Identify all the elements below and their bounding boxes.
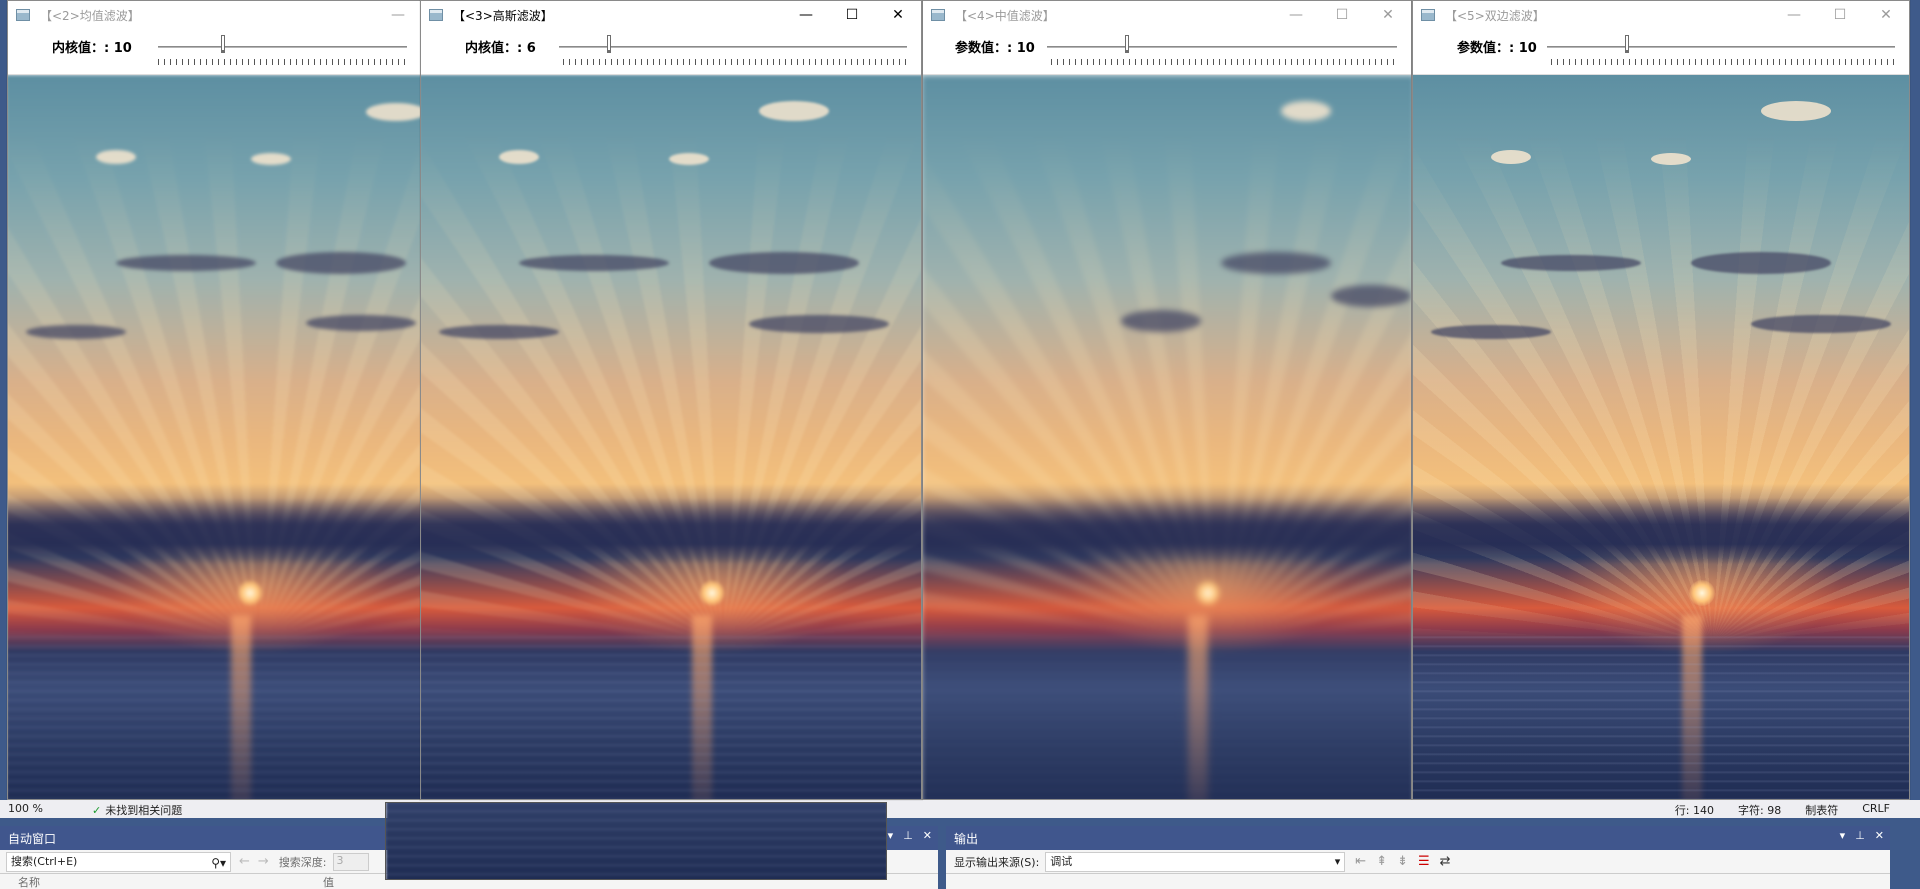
window-title: 【<4>中值滤波】: [955, 8, 1055, 23]
window-app-icon: [931, 9, 945, 21]
trackbar-ticks: [1051, 59, 1397, 65]
close-icon[interactable]: ✕: [1875, 829, 1884, 842]
minimize-button[interactable]: —: [783, 1, 829, 29]
trackbar-label: 内核值：: 10: [52, 41, 132, 56]
word-wrap-icon[interactable]: ⇄: [1440, 854, 1451, 869]
clear-all-icon[interactable]: ☰: [1418, 854, 1430, 869]
editor-status-bar: 100 % ✓ 未找到相关问题 行: 140 字符: 98 制表符 CRLF: [0, 800, 1920, 818]
search-icon[interactable]: ⚲▾: [211, 854, 226, 872]
title-bar[interactable]: 【<3>高斯滤波】 — ☐ ✕: [421, 1, 921, 29]
trackbar-panel: 参数值：: 10: [1413, 29, 1909, 75]
output-panel: 输出 ▾ ⊥ ✕ 显示输出来源(S): 调试 ▾ ⇤ ⇞ ⇟ ☰ ⇄: [946, 826, 1890, 889]
char-indicator[interactable]: 字符: 98: [1738, 802, 1781, 818]
pin-icon[interactable]: ⊥: [1855, 829, 1865, 842]
output-toolbar: 显示输出来源(S): 调试 ▾ ⇤ ⇞ ⇟ ☰ ⇄: [946, 850, 1890, 874]
column-name[interactable]: 名称: [0, 874, 315, 889]
depth-label: 搜索深度:: [278, 855, 327, 869]
trackbar-track[interactable]: [158, 46, 407, 48]
trackbar-track[interactable]: [1547, 46, 1895, 48]
dropdown-icon[interactable]: ▾: [888, 829, 894, 842]
title-bar[interactable]: 【<2>均值滤波】 —: [8, 1, 421, 29]
indent-indicator[interactable]: 制表符: [1805, 802, 1838, 818]
forward-arrow-icon[interactable]: →: [258, 854, 269, 869]
window-bilateral-filter[interactable]: 【<5>双边滤波】 — ☐ ✕ 参数值：: 10: [1412, 0, 1910, 800]
fragment-image: [386, 803, 886, 879]
minimize-button[interactable]: —: [375, 1, 421, 29]
filtered-image-gaussian: [421, 75, 921, 799]
trackbar-thumb[interactable]: [221, 35, 225, 53]
trackbar-ticks: [563, 59, 907, 65]
issues-indicator[interactable]: ✓ 未找到相关问题: [92, 802, 182, 818]
image-canvas: [923, 75, 1411, 799]
image-canvas: [8, 75, 421, 799]
column-value[interactable]: 值: [315, 874, 334, 889]
window-gaussian-filter[interactable]: 【<3>高斯滤波】 — ☐ ✕ 内核值：: 6: [420, 0, 922, 800]
title-bar[interactable]: 【<5>双边滤波】 — ☐ ✕: [1413, 1, 1909, 29]
output-source-label: 显示输出来源(S):: [954, 855, 1040, 869]
window-app-icon: [429, 9, 443, 21]
trackbar-label: 内核值：: 6: [465, 41, 536, 56]
close-button[interactable]: ✕: [1863, 1, 1909, 29]
depth-select[interactable]: 3: [332, 852, 369, 871]
zoom-level[interactable]: 100 %: [8, 802, 43, 815]
trackbar-panel: 参数值：: 10: [923, 29, 1411, 75]
check-icon: ✓: [92, 804, 102, 817]
trackbar-label: 参数值：: 10: [1457, 41, 1537, 56]
window-title: 【<3>高斯滤波】: [453, 8, 553, 23]
maximize-button[interactable]: ☐: [1319, 1, 1365, 29]
close-button[interactable]: ✕: [875, 1, 921, 29]
previous-message-icon[interactable]: ⇞: [1376, 854, 1387, 869]
maximize-button[interactable]: ☐: [829, 1, 875, 29]
window-title: 【<2>均值滤波】: [40, 8, 140, 23]
eol-indicator[interactable]: CRLF: [1862, 802, 1890, 818]
filtered-image-bilateral: [1413, 75, 1909, 799]
maximize-button[interactable]: ☐: [1817, 1, 1863, 29]
find-message-icon[interactable]: ⇤: [1355, 854, 1366, 869]
panel-title: 自动窗口: [8, 831, 57, 846]
trackbar-thumb[interactable]: [607, 35, 611, 53]
minimize-button[interactable]: —: [1771, 1, 1817, 29]
image-window-fragment: [385, 802, 887, 880]
window-median-filter[interactable]: 【<4>中值滤波】 — ☐ ✕ 参数值：: 10: [922, 0, 1412, 800]
title-bar[interactable]: 【<4>中值滤波】 — ☐ ✕: [923, 1, 1411, 29]
panel-header[interactable]: 输出 ▾ ⊥ ✕: [946, 826, 1890, 850]
window-mean-filter[interactable]: 【<2>均值滤波】 — 内核值：: 10: [7, 0, 422, 800]
output-source-select[interactable]: 调试 ▾: [1045, 851, 1346, 872]
dropdown-icon[interactable]: ▾: [1840, 829, 1846, 842]
close-icon[interactable]: ✕: [923, 829, 932, 842]
next-message-icon[interactable]: ⇟: [1397, 854, 1408, 869]
trackbar-thumb[interactable]: [1625, 35, 1629, 53]
trackbar-label: 参数值：: 10: [955, 41, 1035, 56]
window-app-icon: [16, 9, 30, 21]
window-title: 【<5>双边滤波】: [1445, 8, 1545, 23]
back-arrow-icon[interactable]: ←: [239, 854, 250, 869]
window-app-icon: [1421, 9, 1435, 21]
trackbar-panel: 内核值：: 6: [421, 29, 921, 75]
image-canvas: [1413, 75, 1909, 799]
trackbar-ticks: [158, 59, 407, 65]
trackbar-panel: 内核值：: 10: [8, 29, 421, 75]
panel-title: 输出: [954, 831, 979, 846]
image-canvas: [421, 75, 921, 799]
filtered-image-median: [923, 75, 1411, 799]
close-button[interactable]: ✕: [1365, 1, 1411, 29]
filtered-image-mean: [8, 75, 421, 799]
trackbar-track[interactable]: [1047, 46, 1397, 48]
chevron-down-icon: ▾: [1334, 854, 1341, 868]
pin-icon[interactable]: ⊥: [903, 829, 913, 842]
search-input[interactable]: 搜索(Ctrl+E) ⚲▾: [6, 851, 231, 872]
minimize-button[interactable]: —: [1273, 1, 1319, 29]
trackbar-track[interactable]: [559, 46, 907, 48]
trackbar-ticks: [1551, 59, 1895, 65]
line-indicator[interactable]: 行: 140: [1675, 802, 1714, 818]
trackbar-thumb[interactable]: [1125, 35, 1129, 53]
